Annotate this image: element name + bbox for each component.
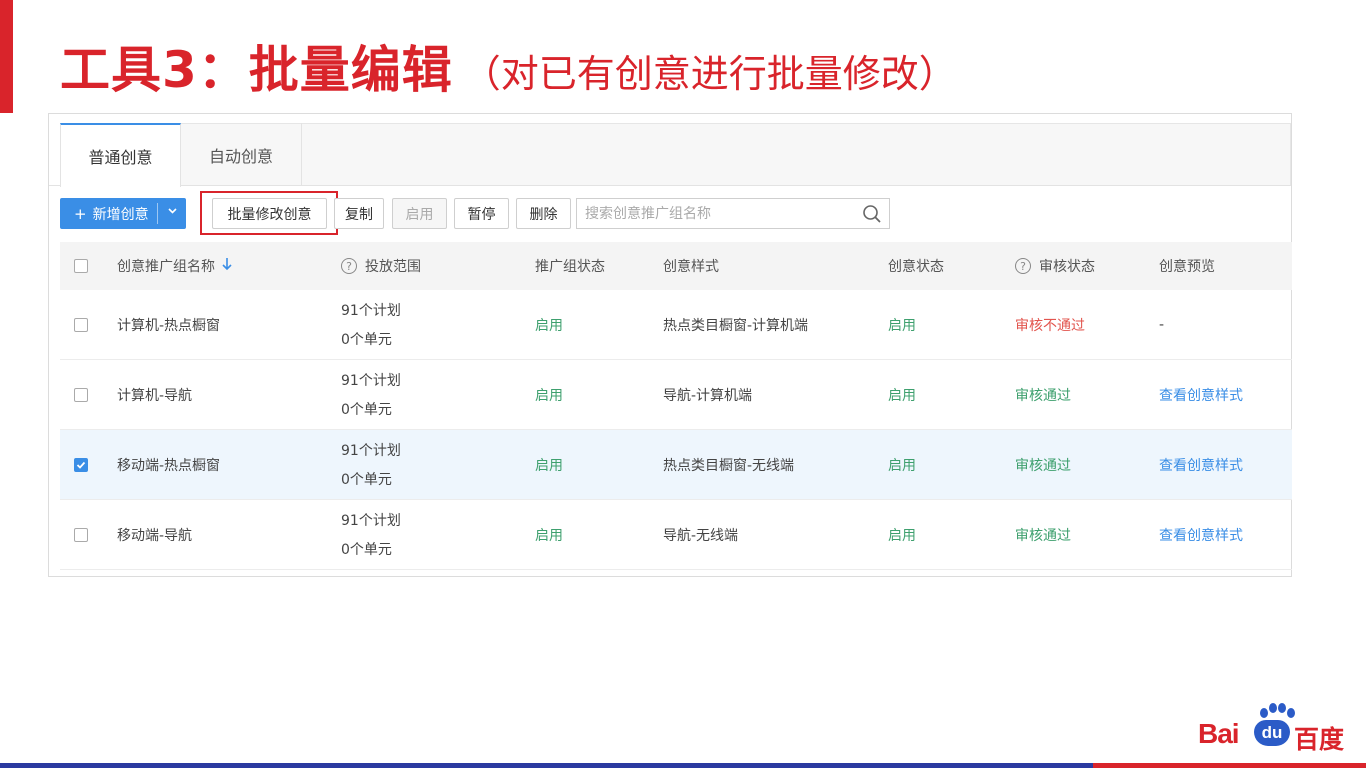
row-name: 移动端-导航 [117, 527, 193, 544]
row-style: 导航-无线端 [663, 527, 739, 544]
add-creative-label: 新增创意 [92, 206, 149, 223]
row-name: 计算机-导航 [117, 387, 193, 404]
row-plans: 91个计划 [341, 303, 401, 319]
delete-button[interactable]: 删除 [516, 198, 571, 229]
row-style: 导航-计算机端 [663, 387, 753, 404]
row-plans: 91个计划 [341, 513, 401, 529]
row-preview: - [1159, 316, 1165, 333]
preview-link[interactable]: 查看创意样式 [1159, 500, 1243, 569]
row-review-status: 审核通过 [1015, 527, 1071, 544]
row-review-status: 审核不通过 [1015, 317, 1085, 334]
row-style: 热点类目橱窗-无线端 [663, 457, 795, 474]
preview-link[interactable]: 查看创意样式 [1159, 430, 1243, 499]
select-all-checkbox[interactable] [74, 259, 88, 273]
table-row: 计算机-热点橱窗 91个计划 0个单元 启用 热点类目橱窗-计算机端 启用 审核… [60, 290, 1292, 360]
row-checkbox[interactable] [74, 527, 88, 542]
logo-du: du [1254, 720, 1290, 746]
logo-text: Bai [1198, 718, 1240, 749]
table-header: 创意推广组名称 ? 投放范围 推广组状态 创意样式 创意状态 ? 审核状态 创意… [60, 242, 1292, 290]
enable-button[interactable]: 启用 [392, 198, 447, 229]
row-group-status: 启用 [535, 317, 563, 334]
logo-cn: 百度 [1294, 725, 1345, 754]
title-subtitle: （对已有创意进行批量修改） [462, 52, 957, 96]
left-accent-bar [0, 0, 13, 113]
help-icon[interactable]: ? [1015, 258, 1031, 274]
search-icon[interactable] [855, 199, 889, 228]
header-creative-status: 创意状态 [888, 259, 944, 275]
row-group-status: 启用 [535, 457, 563, 474]
slide: 工具3：批量编辑 （对已有创意进行批量修改） 普通创意 自动创意 + 新增创意 … [0, 0, 1366, 768]
row-group-status: 启用 [535, 387, 563, 404]
pause-button[interactable]: 暂停 [454, 198, 509, 229]
row-creative-status: 启用 [888, 527, 916, 544]
help-icon[interactable]: ? [341, 258, 357, 274]
sort-down-icon[interactable] [221, 257, 233, 275]
row-review-status: 审核通过 [1015, 457, 1071, 474]
table-row: 移动端-热点橱窗 91个计划 0个单元 启用 热点类目橱窗-无线端 启用 审核通… [60, 430, 1292, 500]
chevron-down-icon[interactable] [167, 205, 178, 219]
baidu-logo: Bai du 百度 [1198, 700, 1350, 754]
row-units: 0个单元 [341, 542, 392, 558]
add-creative-button[interactable]: + 新增创意 [60, 198, 186, 229]
row-plans: 91个计划 [341, 373, 401, 389]
preview-link[interactable]: 查看创意样式 [1159, 360, 1243, 429]
creative-table: 创意推广组名称 ? 投放范围 推广组状态 创意样式 创意状态 ? 审核状态 创意… [60, 242, 1292, 570]
batch-edit-button[interactable]: 批量修改创意 [212, 198, 327, 229]
row-review-status: 审核通过 [1015, 387, 1071, 404]
title-main: 工具3：批量编辑 [60, 41, 453, 99]
row-creative-status: 启用 [888, 387, 916, 404]
row-creative-status: 启用 [888, 457, 916, 474]
header-name: 创意推广组名称 [117, 259, 215, 275]
row-style: 热点类目橱窗-计算机端 [663, 317, 809, 334]
row-name: 移动端-热点橱窗 [117, 457, 221, 474]
tab-bar: 普通创意 自动创意 [49, 114, 1291, 187]
row-creative-status: 启用 [888, 317, 916, 334]
header-preview: 创意预览 [1159, 259, 1215, 275]
slide-title: 工具3：批量编辑 （对已有创意进行批量修改） [60, 30, 957, 100]
row-group-status: 启用 [535, 527, 563, 544]
tab-auto-creative[interactable]: 自动创意 [181, 123, 302, 186]
bottom-divider [0, 763, 1366, 768]
header-style: 创意样式 [663, 259, 719, 275]
table-row: 计算机-导航 91个计划 0个单元 启用 导航-计算机端 启用 审核通过 查看创… [60, 360, 1292, 430]
row-checkbox[interactable] [74, 457, 88, 472]
header-scope: 投放范围 [365, 259, 421, 275]
search-input[interactable] [577, 199, 855, 228]
creative-panel: 普通创意 自动创意 + 新增创意 批量修改创意 复制 启用 暂停 删除 搜索创意… [48, 113, 1292, 577]
plus-icon: + [74, 204, 87, 223]
header-review-status: 审核状态 [1039, 259, 1095, 275]
row-units: 0个单元 [341, 472, 392, 488]
table-row: 移动端-导航 91个计划 0个单元 启用 导航-无线端 启用 审核通过 查看创意… [60, 500, 1292, 570]
row-units: 0个单元 [341, 402, 392, 418]
row-plans: 91个计划 [341, 443, 401, 459]
row-name: 计算机-热点橱窗 [117, 317, 221, 334]
tab-normal-creative[interactable]: 普通创意 [60, 123, 181, 187]
row-checkbox[interactable] [74, 387, 88, 402]
row-units: 0个单元 [341, 332, 392, 348]
search-box [576, 198, 890, 229]
row-checkbox[interactable] [74, 317, 88, 332]
copy-button[interactable]: 复制 [334, 198, 384, 229]
header-group-status: 推广组状态 [535, 259, 605, 275]
